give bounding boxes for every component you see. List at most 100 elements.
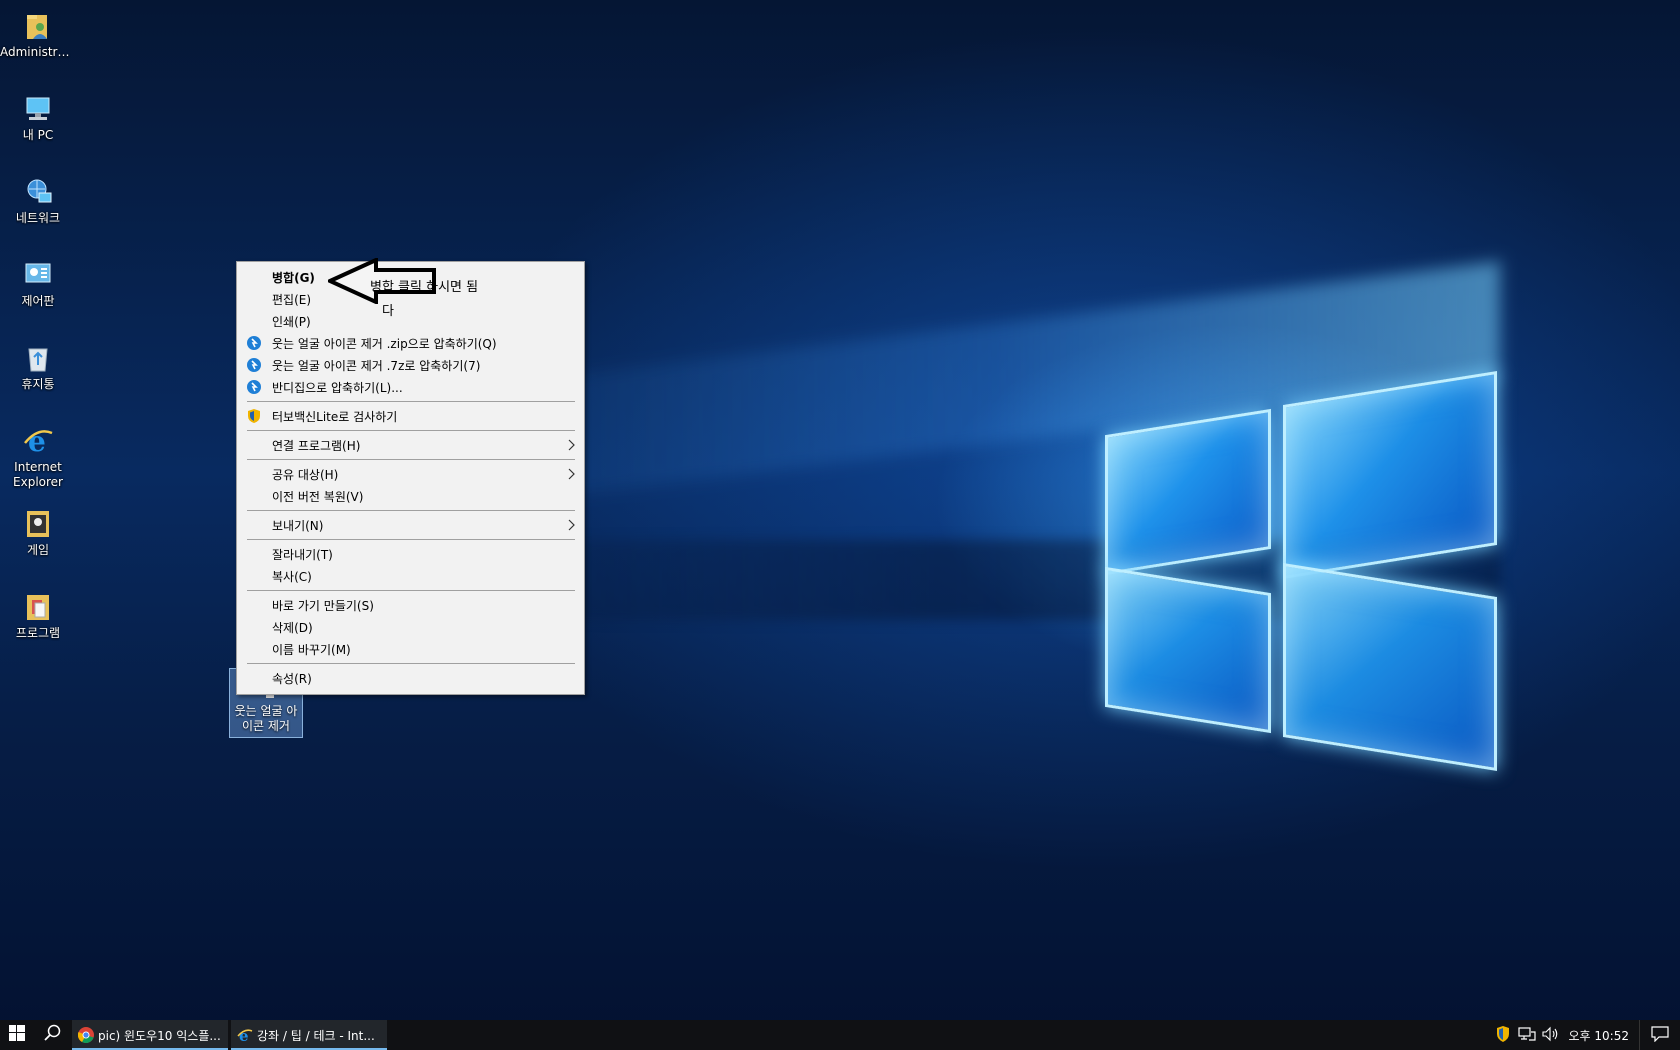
menu-item-label: 연결 프로그램(H) (272, 438, 361, 453)
menu-item-label: 공유 대상(H) (272, 467, 339, 482)
desktop-icon-administrator[interactable]: Administra... (0, 6, 76, 89)
menu-item-label: 속성(R) (272, 671, 312, 686)
desktop-icon-label: 제어판 (21, 294, 55, 308)
menu-separator (247, 510, 575, 511)
logo-pane-bottom-left (1105, 566, 1271, 734)
tray-volume-button[interactable] (1539, 1020, 1563, 1050)
tray-shield-button[interactable] (1491, 1020, 1515, 1050)
menu-item-copy[interactable]: 복사(C) (237, 565, 584, 587)
logo-pane-top-right (1283, 371, 1497, 579)
desktop-icon-games[interactable]: 게임 (0, 504, 76, 587)
search-button[interactable] (34, 1020, 72, 1050)
programs-folder-icon (22, 591, 54, 623)
menu-item-share-with[interactable]: 공유 대상(H) (237, 463, 584, 485)
menu-item-cut[interactable]: 잘라내기(T) (237, 543, 584, 565)
desktop-icon-column: Administra... 내 PC 네트워크 제어판 휴지통 e Intern… (0, 6, 76, 670)
taskbar-clock[interactable]: 오후 10:52 (1563, 1027, 1639, 1044)
action-center-button[interactable] (1639, 1020, 1680, 1050)
user-folder-icon (22, 10, 54, 42)
desktop-icon-control-panel[interactable]: 제어판 (0, 255, 76, 338)
desktop-icon-internet-explorer[interactable]: e Internet Explorer (0, 421, 76, 504)
network-icon (22, 176, 54, 208)
computer-icon (22, 93, 54, 125)
menu-item-label: 웃는 얼굴 아이콘 제거 .zip으로 압축하기(Q) (272, 336, 497, 351)
menu-item-compress-bandizip[interactable]: 반디집으로 압축하기(L)... (237, 376, 584, 398)
turbo-vaccine-shield-icon (247, 409, 261, 423)
internet-explorer-icon: e (237, 1027, 253, 1045)
svg-text:e: e (28, 425, 46, 457)
menu-item-send-to[interactable]: 보내기(N) (237, 514, 584, 536)
bandizip-icon (247, 380, 261, 394)
windows-logo-wallpaper (1105, 370, 1497, 771)
menu-item-label: 이전 버전 복원(V) (272, 489, 364, 504)
desktop-icon-my-pc[interactable]: 내 PC (0, 89, 76, 172)
menu-item-compress-7z[interactable]: 웃는 얼굴 아이콘 제거 .7z로 압축하기(7) (237, 354, 584, 376)
desktop-icon-network[interactable]: 네트워크 (0, 172, 76, 255)
taskbar: pic) 윈도우10 익스플... e 강좌 / 팁 / 테크 - Int... (0, 1020, 1680, 1050)
menu-item-delete[interactable]: 삭제(D) (237, 616, 584, 638)
logo-pane-bottom-right (1283, 563, 1497, 771)
menu-separator (247, 663, 575, 664)
menu-item-compress-zip[interactable]: 웃는 얼굴 아이콘 제거 .zip으로 압축하기(Q) (237, 332, 584, 354)
menu-item-label: 인쇄(P) (272, 314, 311, 329)
menu-item-label: 반디집으로 압축하기(L)... (272, 380, 403, 395)
context-menu: 병합(G) 편집(E) 인쇄(P) 웃는 얼굴 아이콘 제거 .zip으로 압축… (236, 261, 585, 695)
svg-text:e: e (239, 1027, 249, 1043)
menu-item-open-with[interactable]: 연결 프로그램(H) (237, 434, 584, 456)
start-button[interactable] (0, 1020, 34, 1050)
menu-item-label: 잘라내기(T) (272, 547, 333, 562)
annotation-text: 병합 클릭 하시면 됨 (370, 280, 479, 295)
taskbar-app-label: pic) 윈도우10 익스플... (98, 1028, 221, 1043)
menu-item-rename[interactable]: 이름 바꾸기(M) (237, 638, 584, 660)
desktop-icon-recycle-bin[interactable]: 휴지통 (0, 338, 76, 421)
recycle-bin-icon (22, 342, 54, 374)
taskbar-app-internet-explorer[interactable]: e 강좌 / 팁 / 테크 - Int... (231, 1020, 387, 1050)
menu-item-label: 터보백신Lite로 검사하기 (272, 409, 398, 424)
speaker-icon (1541, 1026, 1560, 1045)
bandizip-icon (247, 358, 261, 372)
menu-item-label: 병합(G) (272, 270, 315, 285)
desktop-icon-label: 게임 (26, 543, 50, 557)
desktop-icon-label: Internet Explorer (13, 460, 63, 489)
network-wired-icon (1517, 1026, 1536, 1045)
taskbar-app-chrome[interactable]: pic) 윈도우10 익스플... (72, 1020, 228, 1050)
menu-item-label: 이름 바꾸기(M) (272, 642, 351, 657)
tray-network-button[interactable] (1515, 1020, 1539, 1050)
menu-item-print[interactable]: 인쇄(P) (237, 310, 584, 332)
menu-item-label: 복사(C) (272, 569, 312, 584)
menu-item-turbo-vaccine-scan[interactable]: 터보백신Lite로 검사하기 (237, 405, 584, 427)
annotation-text-continued: 다 (382, 304, 394, 319)
menu-item-restore-previous[interactable]: 이전 버전 복원(V) (237, 485, 584, 507)
menu-item-properties[interactable]: 속성(R) (237, 667, 584, 689)
menu-item-label: 바로 가기 만들기(S) (272, 598, 374, 613)
menu-separator (247, 459, 575, 460)
menu-item-label: 삭제(D) (272, 620, 313, 635)
desktop-icon-label: 내 PC (22, 128, 54, 142)
system-tray: 오후 10:52 (1491, 1020, 1680, 1050)
menu-item-label: 웃는 얼굴 아이콘 제거 .7z로 압축하기(7) (272, 358, 481, 373)
bandizip-icon (247, 336, 261, 350)
chevron-right-icon (568, 519, 576, 531)
taskbar-app-label: 강좌 / 팁 / 테크 - Int... (257, 1028, 375, 1043)
desktop-icon-label: 휴지통 (21, 377, 55, 391)
desktop-icon-label: 프로그램 (15, 626, 61, 640)
notification-icon (1651, 1025, 1669, 1045)
desktop-icon-label: Administra... (0, 45, 76, 59)
menu-item-label: 편집(E) (272, 292, 312, 307)
desktop-icon-label: 네트워크 (15, 211, 61, 225)
menu-item-create-shortcut[interactable]: 바로 가기 만들기(S) (237, 594, 584, 616)
menu-separator (247, 401, 575, 402)
windows-start-icon (9, 1025, 25, 1045)
desktop-icon-programs[interactable]: 프로그램 (0, 587, 76, 670)
logo-pane-top-left (1105, 408, 1271, 576)
control-panel-icon (22, 259, 54, 291)
menu-separator (247, 590, 575, 591)
menu-item-label: 보내기(N) (272, 518, 324, 533)
chevron-right-icon (568, 468, 576, 480)
shield-icon (1496, 1025, 1510, 1045)
menu-separator (247, 430, 575, 431)
search-icon (44, 1024, 62, 1046)
chrome-icon (77, 1027, 94, 1044)
menu-separator (247, 539, 575, 540)
file-label: 웃는 얼굴 아이콘 제거 (234, 704, 298, 733)
